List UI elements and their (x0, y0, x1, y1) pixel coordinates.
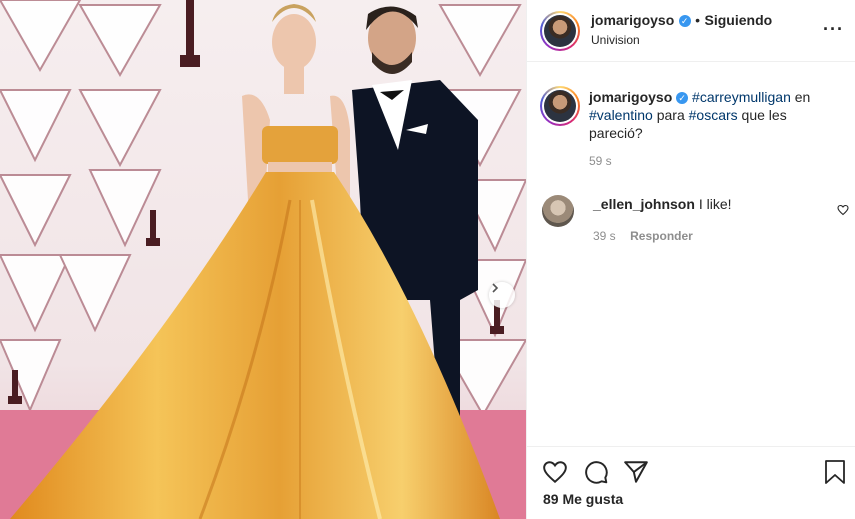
post-side-panel: jomarigoyso ✓ • Siguiendo Univision ··· … (526, 0, 855, 519)
like-count[interactable]: 89 Me gusta (543, 491, 623, 507)
comment-heart-icon[interactable] (837, 204, 849, 216)
post-actions-bar (527, 446, 855, 519)
caption-text: para (652, 107, 689, 123)
caption-timestamp[interactable]: 59 s (589, 152, 839, 170)
comment-timestamp[interactable]: 39 s (593, 229, 616, 243)
hashtag-link[interactable]: #oscars (689, 107, 738, 123)
comment-text: I like! (698, 196, 732, 212)
reply-button[interactable]: Responder (630, 229, 693, 243)
caption-text: en (790, 89, 811, 105)
chevron-right-icon (492, 283, 499, 293)
more-options-icon[interactable]: ··· (823, 19, 844, 40)
separator-dot: • (695, 12, 701, 28)
avatar[interactable] (540, 11, 580, 51)
comment-avatar[interactable] (542, 195, 574, 227)
avatar-image (544, 90, 576, 122)
verified-badge-icon: ✓ (678, 14, 691, 27)
hashtag-link[interactable]: #valentino (589, 107, 653, 123)
hashtag-link[interactable]: #carreymulligan (692, 89, 791, 105)
comment-icon[interactable] (583, 459, 609, 485)
photo-illustration (0, 0, 526, 519)
location-link[interactable]: Univision (591, 33, 640, 47)
post-header: jomarigoyso ✓ • Siguiendo Univision ··· (527, 0, 855, 62)
verified-badge-icon: ✓ (676, 92, 689, 105)
post-photo[interactable] (0, 0, 526, 519)
caption-avatar[interactable] (540, 86, 580, 126)
caption-username[interactable]: jomarigoyso (589, 89, 672, 105)
post-caption: jomarigoyso ✓ #carreymulligan en #valent… (589, 88, 839, 170)
next-photo-button[interactable] (489, 282, 515, 308)
avatar-image (544, 15, 576, 47)
comment-username[interactable]: _ellen_johnson (593, 196, 695, 212)
heart-icon[interactable] (542, 459, 568, 485)
bookmark-icon[interactable] (823, 459, 847, 485)
share-icon[interactable] (623, 459, 649, 485)
following-button[interactable]: Siguiendo (705, 12, 773, 28)
header-username[interactable]: jomarigoyso (591, 12, 674, 28)
comment-meta: 39 s Responder (593, 227, 693, 245)
comment-body: _ellen_johnson I like! (593, 196, 732, 212)
